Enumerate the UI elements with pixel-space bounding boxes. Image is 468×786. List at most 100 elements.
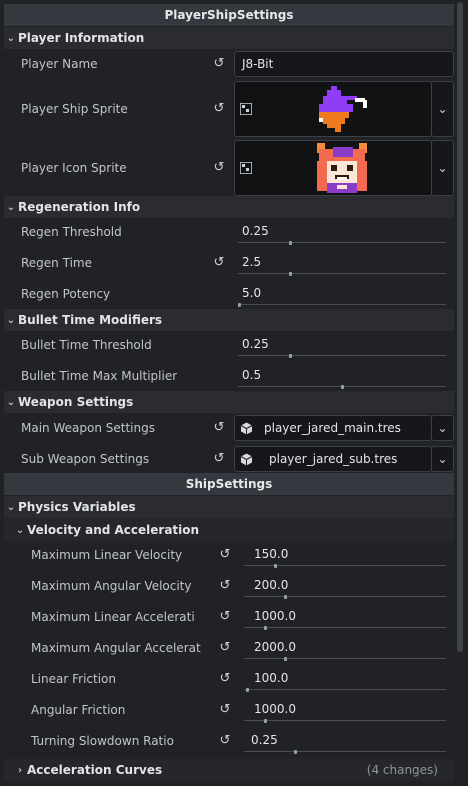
property-label: Maximum Linear Velocity bbox=[31, 548, 183, 562]
group-acceleration-curves[interactable]: › Acceleration Curves (4 changes) bbox=[4, 759, 454, 781]
slider-grabber[interactable] bbox=[273, 564, 277, 568]
main-weapon-resource-name: player_jared_main.tres bbox=[264, 421, 401, 435]
slider-grabber[interactable] bbox=[283, 595, 287, 599]
slider-grabber[interactable] bbox=[340, 385, 344, 389]
slider-grabber[interactable] bbox=[283, 657, 287, 661]
property-sub-weapon-settings: Sub Weapon Settings ↺ player_jared_sub.t… bbox=[0, 444, 456, 474]
sub-weapon-dropdown[interactable]: ⌄ bbox=[431, 446, 454, 472]
property-main-weapon-settings: Main Weapon Settings ↺ player_jared_main… bbox=[0, 413, 456, 443]
revert-icon[interactable]: ↺ bbox=[217, 640, 233, 656]
regen-time-slider[interactable]: 2.5 bbox=[234, 250, 450, 276]
property-label: Maximum Linear Accelerati bbox=[31, 610, 195, 624]
property-label: Angular Friction bbox=[31, 703, 126, 717]
angular-friction-slider[interactable]: 1000.0 bbox=[240, 697, 450, 723]
property-angular-friction: Angular Friction ↺ 1000.0 bbox=[0, 695, 456, 725]
property-maximum-linear-velocity: Maximum Linear Velocity ↺ 150.0 bbox=[0, 540, 456, 570]
regen-time-value: 2.5 bbox=[242, 255, 262, 269]
revert-icon[interactable]: ↺ bbox=[211, 451, 227, 467]
chevron-right-icon: › bbox=[17, 764, 23, 776]
group-player-information[interactable]: ⌄ Player Information bbox=[4, 27, 454, 49]
group-weapon-settings[interactable]: ⌄ Weapon Settings bbox=[4, 391, 454, 413]
ship-sprite-resource-picker[interactable] bbox=[234, 81, 432, 137]
maximum-linear-acceleration-value: 1000.0 bbox=[254, 609, 296, 623]
revert-icon[interactable]: ↺ bbox=[211, 160, 227, 176]
maximum-angular-acceleration-slider[interactable]: 2000.0 bbox=[240, 635, 450, 661]
property-maximum-linear-acceleration: Maximum Linear Accelerati ↺ 1000.0 bbox=[0, 602, 456, 632]
slider-grabber[interactable] bbox=[293, 750, 297, 754]
property-turning-slowdown-ratio: Turning Slowdown Ratio ↺ 0.25 bbox=[0, 726, 456, 756]
slider-track bbox=[238, 273, 446, 274]
sub-weapon-resource-picker[interactable]: player_jared_sub.tres bbox=[234, 446, 432, 472]
bullet-time-threshold-slider[interactable]: 0.25 bbox=[234, 332, 450, 358]
chevron-down-icon: ⌄ bbox=[6, 201, 16, 213]
revert-icon[interactable]: ↺ bbox=[217, 547, 233, 563]
turning-slowdown-ratio-value: 0.25 bbox=[251, 733, 278, 747]
main-weapon-dropdown[interactable]: ⌄ bbox=[431, 415, 454, 441]
maximum-linear-velocity-slider[interactable]: 150.0 bbox=[240, 542, 450, 568]
revert-icon[interactable]: ↺ bbox=[211, 420, 227, 436]
maximum-linear-acceleration-slider[interactable]: 1000.0 bbox=[240, 604, 450, 630]
maximum-angular-acceleration-value: 2000.0 bbox=[254, 640, 296, 654]
player-name-value: J8-Bit bbox=[242, 57, 274, 71]
property-label: Regen Threshold bbox=[21, 225, 122, 239]
group-label: Velocity and Acceleration bbox=[27, 523, 200, 537]
slider-track bbox=[244, 689, 446, 690]
regen-threshold-slider[interactable]: 0.25 bbox=[234, 219, 450, 245]
property-linear-friction: Linear Friction ↺ 100.0 bbox=[0, 664, 456, 694]
player-name-field[interactable]: J8-Bit bbox=[234, 51, 454, 77]
icon-sprite-preview bbox=[317, 143, 367, 193]
texture-icon bbox=[240, 103, 252, 115]
maximum-angular-velocity-slider[interactable]: 200.0 bbox=[240, 573, 450, 599]
property-label: Linear Friction bbox=[31, 672, 116, 686]
revert-icon[interactable]: ↺ bbox=[217, 578, 233, 594]
revert-icon[interactable]: ↺ bbox=[217, 702, 233, 718]
revert-icon[interactable]: ↺ bbox=[211, 255, 227, 271]
slider-track bbox=[244, 751, 446, 752]
bullet-time-max-multiplier-slider[interactable]: 0.5 bbox=[234, 363, 450, 389]
linear-friction-slider[interactable]: 100.0 bbox=[240, 666, 450, 692]
property-label: Sub Weapon Settings bbox=[21, 452, 150, 466]
regen-potency-slider[interactable]: 5.0 bbox=[234, 281, 450, 307]
revert-icon[interactable]: ↺ bbox=[211, 56, 227, 72]
maximum-angular-velocity-value: 200.0 bbox=[254, 578, 289, 592]
chevron-down-icon: ⌄ bbox=[6, 396, 16, 408]
group-physics-variables[interactable]: ⌄ Physics Variables bbox=[4, 496, 454, 518]
revert-icon[interactable]: ↺ bbox=[217, 733, 233, 749]
group-regeneration-info[interactable]: ⌄ Regeneration Info bbox=[4, 196, 454, 218]
revert-icon[interactable]: ↺ bbox=[211, 101, 227, 117]
texture-icon bbox=[240, 162, 252, 174]
group-bullet-time-modifiers[interactable]: ⌄ Bullet Time Modifiers bbox=[4, 309, 454, 331]
icon-sprite-resource-picker[interactable] bbox=[234, 140, 432, 196]
group-label: Acceleration Curves bbox=[27, 763, 163, 777]
revert-icon[interactable]: ↺ bbox=[217, 609, 233, 625]
slider-grabber[interactable] bbox=[289, 241, 293, 245]
chevron-down-icon: ⌄ bbox=[437, 102, 448, 116]
slider-grabber[interactable] bbox=[245, 688, 249, 692]
slider-grabber[interactable] bbox=[263, 719, 267, 723]
icon-sprite-dropdown[interactable]: ⌄ bbox=[431, 140, 454, 196]
property-bullet-time-threshold: Bullet Time Threshold 0.25 bbox=[0, 330, 456, 360]
ship-sprite-dropdown[interactable]: ⌄ bbox=[431, 81, 454, 137]
revert-icon[interactable]: ↺ bbox=[217, 671, 233, 687]
property-regen-threshold: Regen Threshold 0.25 bbox=[0, 217, 456, 247]
chevron-down-icon: ⌄ bbox=[437, 161, 448, 175]
slider-grabber[interactable] bbox=[289, 354, 293, 358]
property-player-ship-sprite: Player Ship Sprite ↺ ⌄ bbox=[0, 80, 456, 138]
changes-badge: (4 changes) bbox=[366, 763, 438, 777]
regen-threshold-value: 0.25 bbox=[242, 224, 269, 238]
group-label: Physics Variables bbox=[18, 500, 136, 514]
turning-slowdown-ratio-slider[interactable]: 0.25 bbox=[240, 728, 450, 754]
group-velocity-and-acceleration[interactable]: ⌄ Velocity and Acceleration bbox=[4, 519, 454, 541]
slider-grabber[interactable] bbox=[263, 626, 267, 630]
vertical-scrollbar[interactable] bbox=[457, 2, 463, 652]
slider-track bbox=[244, 596, 446, 597]
slider-grabber[interactable] bbox=[238, 303, 241, 307]
main-weapon-resource-picker[interactable]: player_jared_main.tres bbox=[234, 415, 432, 441]
class-header-title: ShipSettings bbox=[185, 477, 273, 491]
property-player-icon-sprite: Player Icon Sprite ↺ ⌄ bbox=[0, 139, 456, 197]
property-label: Regen Time bbox=[21, 256, 92, 270]
property-label: Main Weapon Settings bbox=[21, 421, 155, 435]
property-label: Bullet Time Max Multiplier bbox=[21, 369, 178, 383]
class-header-ship-settings: ShipSettings bbox=[4, 473, 454, 495]
slider-grabber[interactable] bbox=[289, 272, 293, 276]
